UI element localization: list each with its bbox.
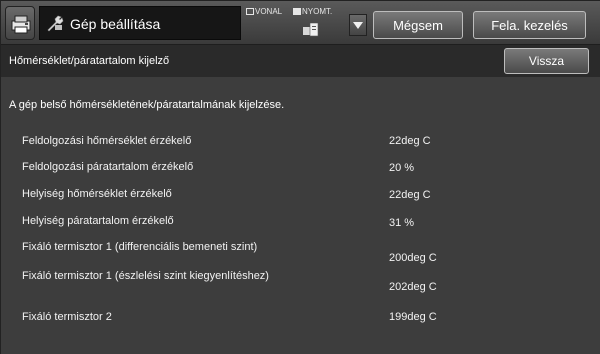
sensor-row: Helyiség hőmérséklet érzékelő 22deg C <box>1 188 600 212</box>
print-status-icon <box>303 23 319 37</box>
sensor-row: Fixáló termisztor 2 199deg C <box>1 311 600 335</box>
sensor-label: Feldolgozási páratartalom érzékelő <box>22 161 194 173</box>
sensor-row: Fixáló termisztor 1 (differenciális beme… <box>1 241 600 265</box>
sensor-row: Helyiség páratartalom érzékelő 31 % <box>1 215 600 239</box>
page-description: A gép belső hőmérsékletének/páratartalmá… <box>9 99 285 111</box>
job-status-button[interactable]: Fela. kezelés <box>473 11 586 39</box>
print-checkbox-icon <box>293 8 301 15</box>
content-area: A gép belső hőmérsékletének/páratartalmá… <box>1 77 600 354</box>
sensor-row: Fixáló termisztor 1 (észlelési szint kie… <box>1 270 600 294</box>
sensor-label: Helyiség hőmérséklet érzékelő <box>22 188 172 200</box>
screen: Gép beállítása VONAL NYOMT. Mégsem Fela.… <box>0 0 600 354</box>
sensor-label: Fixáló termisztor 2 <box>22 311 112 323</box>
sensor-row: Feldolgozási páratartalom érzékelő 20 % <box>1 161 600 185</box>
sensor-value: 199deg C <box>389 311 437 323</box>
back-button[interactable]: Vissza <box>504 48 589 74</box>
printer-home-icon <box>11 15 31 34</box>
mode-print-indicator: NYOMT. <box>293 7 332 16</box>
cancel-button[interactable]: Mégsem <box>373 11 463 39</box>
sensor-label: Helyiség páratartalom érzékelő <box>22 215 174 227</box>
sensor-label: Fixáló termisztor 1 (észlelési szint kie… <box>22 270 269 282</box>
top-bar: Gép beállítása VONAL NYOMT. Mégsem Fela.… <box>1 1 600 45</box>
sensor-row: Feldolgozási hőmérséklet érzékelő 22deg … <box>1 135 600 159</box>
app-title: Gép beállítása <box>70 16 161 32</box>
sub-header: Hőmérséklet/páratartalom kijelző Vissza <box>1 45 600 77</box>
sensor-label: Feldolgozási hőmérséklet érzékelő <box>22 135 192 147</box>
sensor-value: 31 % <box>389 217 415 229</box>
sensor-value: 200deg C <box>389 252 437 264</box>
line-checkbox-icon <box>246 8 254 15</box>
wrench-icon <box>47 15 64 32</box>
mode-line-indicator: VONAL <box>246 7 282 16</box>
sensor-value: 22deg C <box>389 189 431 201</box>
job-status-dropdown-button[interactable] <box>349 14 367 36</box>
title-box: Gép beállítása <box>39 6 241 40</box>
sensor-value: 202deg C <box>389 281 437 293</box>
sensor-value: 20 % <box>389 162 415 174</box>
sensor-value: 22deg C <box>389 135 431 147</box>
sensor-label: Fixáló termisztor 1 (differenciális beme… <box>22 241 258 253</box>
page-title: Hőmérséklet/páratartalom kijelző <box>9 55 170 67</box>
triangle-down-icon <box>353 22 363 29</box>
home-button[interactable] <box>5 6 35 40</box>
